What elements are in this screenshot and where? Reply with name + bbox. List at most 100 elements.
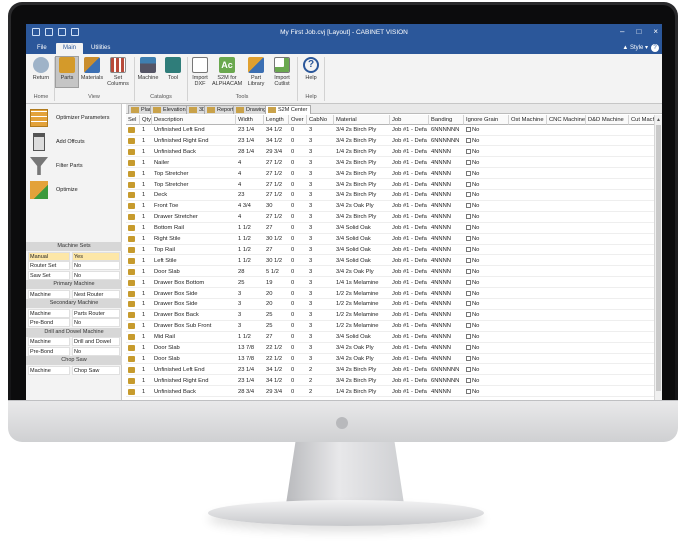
column-header[interactable]: Sel xyxy=(126,115,140,125)
property-value[interactable]: No xyxy=(72,346,120,356)
tab-utilities[interactable]: Utilities xyxy=(84,43,117,54)
row-select-cell[interactable] xyxy=(126,332,140,343)
column-header[interactable]: CNC Machine xyxy=(547,115,586,125)
checkbox[interactable] xyxy=(466,170,471,176)
row-select-cell[interactable] xyxy=(126,169,140,180)
checkbox[interactable] xyxy=(466,159,471,165)
table-row[interactable]: 1 Top Stretcher 4 27 1/2 0 3 3/4 2s Birch Ply J… xyxy=(126,180,654,191)
table-row[interactable]: 1 Mid Rail 1 1/2 27 0 3 3/4 Solid Oak Job #1 - … xyxy=(126,332,654,343)
row-select-cell[interactable] xyxy=(126,256,140,267)
checkbox[interactable] xyxy=(466,236,471,241)
checkbox[interactable] xyxy=(466,290,471,296)
tool-button[interactable]: Tool xyxy=(162,57,184,81)
checkbox[interactable] xyxy=(466,137,471,143)
table-row[interactable]: 1 Unfinished Back 28 1/4 29 3/4 0 3 1/4 2s Bir… xyxy=(126,147,654,158)
property-value[interactable]: No xyxy=(72,270,120,280)
column-header[interactable]: Length xyxy=(264,115,289,125)
column-header[interactable]: CabNo xyxy=(307,115,334,125)
table-row[interactable]: 1 Deck 23 27 1/2 0 3 3/4 2s Birch Ply Job #1 - … xyxy=(126,190,654,201)
checkbox[interactable] xyxy=(466,214,471,220)
checkbox[interactable] xyxy=(466,388,471,394)
maximize-icon[interactable]: □ xyxy=(636,27,641,36)
table-row[interactable]: 1 Drawer Box Sub Front 3 25 0 3 1/2 2s Melamin… xyxy=(126,321,654,332)
column-header[interactable]: Job xyxy=(390,115,429,125)
table-row[interactable]: 1 Drawer Box Bottom 25 19 0 3 1/4 1s Melamine J… xyxy=(126,278,654,289)
table-row[interactable]: 1 Drawer Box Side 3 20 0 3 1/2 2s Melamine Job … xyxy=(126,289,654,300)
row-select-cell[interactable] xyxy=(126,125,140,136)
close-icon[interactable]: × xyxy=(653,27,658,36)
checkbox[interactable] xyxy=(466,257,471,263)
panel-button-optimizer-parameters[interactable]: Optimizer Parameters xyxy=(28,108,120,128)
column-header[interactable]: Qty xyxy=(140,115,152,125)
row-select-cell[interactable] xyxy=(126,321,140,332)
table-row[interactable]: 1 Top Rail 1 1/2 27 0 3 3/4 Solid Oak Job #1 - … xyxy=(126,245,654,256)
help-icon[interactable]: ? xyxy=(651,44,659,52)
row-select-cell[interactable] xyxy=(126,201,140,212)
row-select-cell[interactable] xyxy=(126,365,140,376)
checkbox[interactable] xyxy=(466,148,471,154)
column-header[interactable]: Over xyxy=(289,115,307,125)
panel-button-add-offcuts[interactable]: Add Offcuts xyxy=(28,132,120,152)
help-button[interactable]: ? Help xyxy=(300,57,322,81)
checkbox[interactable] xyxy=(466,301,471,307)
checkbox[interactable] xyxy=(466,268,471,274)
table-row[interactable]: 1 Door Slab 13 7/8 22 1/2 0 3 3/4 2s Oak Ply Jo… xyxy=(126,343,654,354)
panel-button-filter-parts[interactable]: Filter Parts xyxy=(28,156,120,176)
checkbox[interactable] xyxy=(466,366,471,372)
table-row[interactable]: 1 Drawer Box Back 3 25 0 3 1/2 2s Melamine Job … xyxy=(126,310,654,321)
table-row[interactable]: 1 Bottom Rail 1 1/2 27 0 3 3/4 Solid Oak Job #1… xyxy=(126,223,654,234)
s2m-alphacam-button[interactable]: Ac S2M for ALPHACAM xyxy=(212,57,242,87)
column-header[interactable]: Cut Mach xyxy=(629,115,654,125)
column-header[interactable]: Material xyxy=(334,115,390,125)
return-button[interactable]: Return xyxy=(30,57,52,81)
table-row[interactable]: 1 Unfinished Left End 23 1/4 34 1/2 0 3 3/4 2s… xyxy=(126,125,654,136)
tab-main[interactable]: Main xyxy=(56,43,84,54)
parts-button[interactable]: Parts xyxy=(55,56,79,88)
column-header[interactable]: Description xyxy=(152,115,236,125)
checkbox[interactable] xyxy=(466,377,471,383)
vertical-scrollbar[interactable]: ▲ xyxy=(654,115,662,400)
row-select-cell[interactable] xyxy=(126,310,140,321)
property-value[interactable]: No xyxy=(72,318,120,327)
column-header[interactable]: Width xyxy=(236,115,264,125)
property-value[interactable]: Parts Router xyxy=(72,308,120,318)
style-menu[interactable]: ▲ Style ▾ xyxy=(622,44,648,51)
checkbox[interactable] xyxy=(466,181,471,187)
row-select-cell[interactable] xyxy=(126,245,140,256)
row-select-cell[interactable] xyxy=(126,354,140,365)
row-select-cell[interactable] xyxy=(126,343,140,354)
part-library-button[interactable]: Part Library xyxy=(244,57,268,87)
minimize-icon[interactable]: – xyxy=(620,27,624,36)
checkbox[interactable] xyxy=(466,355,471,361)
import-dxf-button[interactable]: Import DXF xyxy=(189,57,211,87)
row-select-cell[interactable] xyxy=(126,376,140,387)
table-row[interactable]: 1 Unfinished Back 28 3/4 29 3/4 0 2 1/4 2s Bir… xyxy=(126,387,654,398)
checkbox[interactable] xyxy=(466,225,471,231)
checkbox[interactable] xyxy=(466,279,471,285)
scrollbar-thumb[interactable] xyxy=(656,125,661,391)
property-value[interactable]: No xyxy=(72,261,120,270)
table-row[interactable]: 1 Unfinished Left End 23 1/4 34 1/2 0 2 3/4 2s… xyxy=(126,365,654,376)
row-select-cell[interactable] xyxy=(126,267,140,278)
row-select-cell[interactable] xyxy=(126,212,140,223)
set-columns-button[interactable]: Set Columns xyxy=(106,57,130,87)
import-cutlist-button[interactable]: Import Cutlist xyxy=(270,57,294,87)
checkbox[interactable] xyxy=(466,192,471,198)
row-select-cell[interactable] xyxy=(126,136,140,147)
tab-file[interactable]: File xyxy=(30,43,54,54)
row-select-cell[interactable] xyxy=(126,190,140,201)
table-row[interactable]: 1 Left Stile 1 1/2 30 1/2 0 3 3/4 Solid Oak Job… xyxy=(126,256,654,267)
column-header[interactable]: Ignore Grain xyxy=(464,115,509,125)
row-select-cell[interactable] xyxy=(126,234,140,245)
row-select-cell[interactable] xyxy=(126,299,140,310)
row-select-cell[interactable] xyxy=(126,278,140,289)
property-value[interactable]: Yes xyxy=(72,251,120,261)
machine-button[interactable]: Machine xyxy=(136,57,160,81)
table-row[interactable]: 1 Drawer Box Side 3 20 0 3 1/2 2s Melamine Job … xyxy=(126,299,654,310)
row-select-cell[interactable] xyxy=(126,180,140,191)
checkbox[interactable] xyxy=(466,334,471,340)
checkbox[interactable] xyxy=(466,203,471,209)
table-row[interactable]: 1 Top Stretcher 4 27 1/2 0 3 3/4 2s Birch Ply J… xyxy=(126,169,654,180)
row-select-cell[interactable] xyxy=(126,289,140,300)
tab-elevation[interactable]: Elevation xyxy=(150,105,190,114)
